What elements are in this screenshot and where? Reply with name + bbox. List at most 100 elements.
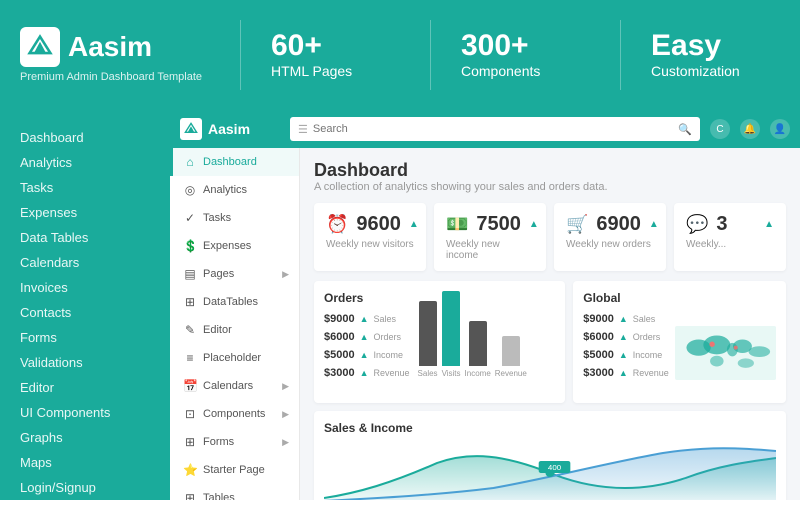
editor-icon: ✎ xyxy=(183,323,197,337)
left-nav-ui-components[interactable]: UI Components xyxy=(0,400,170,425)
global-label-sales: Sales xyxy=(633,314,656,324)
messages-icon: 💬 xyxy=(686,214,708,235)
legend-label-orders: Orders xyxy=(374,332,402,342)
divider-1 xyxy=(240,20,241,90)
left-nav-tasks[interactable]: Tasks xyxy=(0,175,170,200)
sales-panel-title: Sales & Income xyxy=(324,421,776,435)
global-legend: $9000 ▲ Sales $6000 ▲ Orders xyxy=(583,313,669,393)
global-legend-sales: $9000 ▲ Sales xyxy=(583,313,669,325)
visitors-label: Weekly new visitors xyxy=(326,239,414,250)
sidebar-item-expenses[interactable]: 💲 Expenses xyxy=(170,232,299,260)
stat-card-income: 💵 7500 ▲ Weekly new income xyxy=(434,203,546,271)
nav-icons: C 🔔 👤 xyxy=(710,119,790,139)
left-nav-more[interactable]: and more... xyxy=(0,500,170,525)
svg-text:400: 400 xyxy=(548,463,561,471)
expenses-icon: 💲 xyxy=(183,239,197,253)
left-nav-validations[interactable]: Validations xyxy=(0,350,170,375)
bar-income: Income xyxy=(465,321,491,378)
orders-label: Weekly new orders xyxy=(566,239,654,250)
top-banner: Aasim Premium Admin Dashboard Template 6… xyxy=(0,0,800,110)
bottom-panels: Orders $9000 ▲ Sales $6000 ▲ xyxy=(314,281,786,403)
sidebar-label-datatables: DataTables xyxy=(203,296,258,308)
stat-card-header-income: 💵 7500 ▲ xyxy=(446,213,534,236)
main-layout: Dashboard Analytics Tasks Expenses Data … xyxy=(0,110,800,500)
global-val-income: $5000 xyxy=(583,349,614,361)
inner-content: Aasim ☰ 🔍 C 🔔 👤 ⌂ Dashboard xyxy=(170,110,800,500)
legend-val-income: $5000 xyxy=(324,349,355,361)
sidebar-label-forms: Forms xyxy=(203,436,234,448)
sidebar-label-components: Components xyxy=(203,408,265,420)
left-nav-contacts[interactable]: Contacts xyxy=(0,300,170,325)
left-nav-expenses[interactable]: Expenses xyxy=(0,200,170,225)
sidebar-item-pages[interactable]: ▤ Pages ▶ xyxy=(170,260,299,288)
search-bar[interactable]: ☰ 🔍 xyxy=(290,117,700,141)
feature-components: 300+ Components xyxy=(461,31,590,79)
sidebar-item-components[interactable]: ⊡ Components ▶ xyxy=(170,400,299,428)
orders-icon: 🛒 xyxy=(566,214,588,235)
sidebar-label-dashboard: Dashboard xyxy=(203,156,257,168)
nav-user-icon[interactable]: 👤 xyxy=(770,119,790,139)
left-nav-graphs[interactable]: Graphs xyxy=(0,425,170,450)
global-panel-title: Global xyxy=(583,291,776,305)
brand-icon xyxy=(20,27,60,67)
page-title: Dashboard xyxy=(314,160,786,181)
inner-nav: Aasim ☰ 🔍 C 🔔 👤 xyxy=(170,110,800,148)
left-nav-login[interactable]: Login/Signup xyxy=(0,475,170,500)
stat-card-header-visitors: ⏰ 9600 ▲ xyxy=(326,213,414,236)
sidebar-item-analytics[interactable]: ◎ Analytics xyxy=(170,176,299,204)
search-input[interactable] xyxy=(313,123,673,135)
sidebar-item-tables[interactable]: ⊞ Tables xyxy=(170,484,299,500)
sidebar-item-placeholder[interactable]: ≡ Placeholder xyxy=(170,344,299,372)
search-icon: ☰ xyxy=(298,123,308,136)
nav-bell-icon[interactable]: 🔔 xyxy=(740,119,760,139)
income-icon: 💵 xyxy=(446,214,468,235)
legend-label-income: Income xyxy=(374,350,404,360)
stat-card-header-orders: 🛒 6900 ▲ xyxy=(566,213,654,236)
left-nav-invoices[interactable]: Invoices xyxy=(0,275,170,300)
legend-trend-orders: ▲ xyxy=(360,332,369,342)
sidebar-item-tasks[interactable]: ✓ Tasks xyxy=(170,204,299,232)
sidebar-item-dashboard[interactable]: ⌂ Dashboard xyxy=(170,148,299,176)
orders-panel: Orders $9000 ▲ Sales $6000 ▲ xyxy=(314,281,565,403)
bar-label-revenue: Revenue xyxy=(495,369,527,378)
pages-arrow-icon: ▶ xyxy=(282,269,289,280)
left-nav-maps[interactable]: Maps xyxy=(0,450,170,475)
left-nav-analytics[interactable]: Analytics xyxy=(0,150,170,175)
orders-panel-title: Orders xyxy=(324,291,555,305)
sidebar-item-calendars[interactable]: 📅 Calendars ▶ xyxy=(170,372,299,400)
legend-sales: $9000 ▲ Sales xyxy=(324,313,410,325)
stat-card-messages: 💬 3 ▲ Weekly... xyxy=(674,203,786,271)
forms-arrow-icon: ▶ xyxy=(282,437,289,448)
legend-income: $5000 ▲ Income xyxy=(324,349,410,361)
income-trend: ▲ xyxy=(529,219,539,230)
left-nav-dashboard[interactable]: Dashboard xyxy=(0,125,170,150)
orders-legend: $9000 ▲ Sales $6000 ▲ Orders xyxy=(324,313,410,393)
sidebar-label-analytics: Analytics xyxy=(203,184,247,196)
page-subtitle: A collection of analytics showing your s… xyxy=(314,181,786,193)
left-nav-forms[interactable]: Forms xyxy=(0,325,170,350)
stat-card-header-messages: 💬 3 ▲ xyxy=(686,213,774,236)
sidebar-label-pages: Pages xyxy=(203,268,234,280)
datatables-icon: ⊞ xyxy=(183,295,197,309)
sidebar-item-forms[interactable]: ⊞ Forms ▶ xyxy=(170,428,299,456)
divider-3 xyxy=(620,20,621,90)
bar-sales: Sales xyxy=(418,301,438,378)
sidebar-item-starter[interactable]: ⭐ Starter Page xyxy=(170,456,299,484)
left-nav-datatables[interactable]: Data Tables xyxy=(0,225,170,250)
legend-label-revenue: Revenue xyxy=(374,368,410,378)
nav-color-icon[interactable]: C xyxy=(710,119,730,139)
sidebar-item-editor[interactable]: ✎ Editor xyxy=(170,316,299,344)
tables-icon: ⊞ xyxy=(183,491,197,500)
left-nav-editor[interactable]: Editor xyxy=(0,375,170,400)
brand-logo: Aasim xyxy=(20,27,152,67)
sidebar-label-starter: Starter Page xyxy=(203,464,265,476)
sidebar: ⌂ Dashboard ◎ Analytics ✓ Tasks 💲 Expens… xyxy=(170,148,300,500)
stat-card-visitors: ⏰ 9600 ▲ Weekly new visitors xyxy=(314,203,426,271)
sales-area-chart: 400 xyxy=(324,443,776,500)
sidebar-item-datatables[interactable]: ⊞ DataTables xyxy=(170,288,299,316)
forms-icon: ⊞ xyxy=(183,435,197,449)
analytics-icon: ◎ xyxy=(183,183,197,197)
left-nav-calendars[interactable]: Calendars xyxy=(0,250,170,275)
bar-revenue-rect xyxy=(502,336,520,366)
global-label-revenue: Revenue xyxy=(633,368,669,378)
